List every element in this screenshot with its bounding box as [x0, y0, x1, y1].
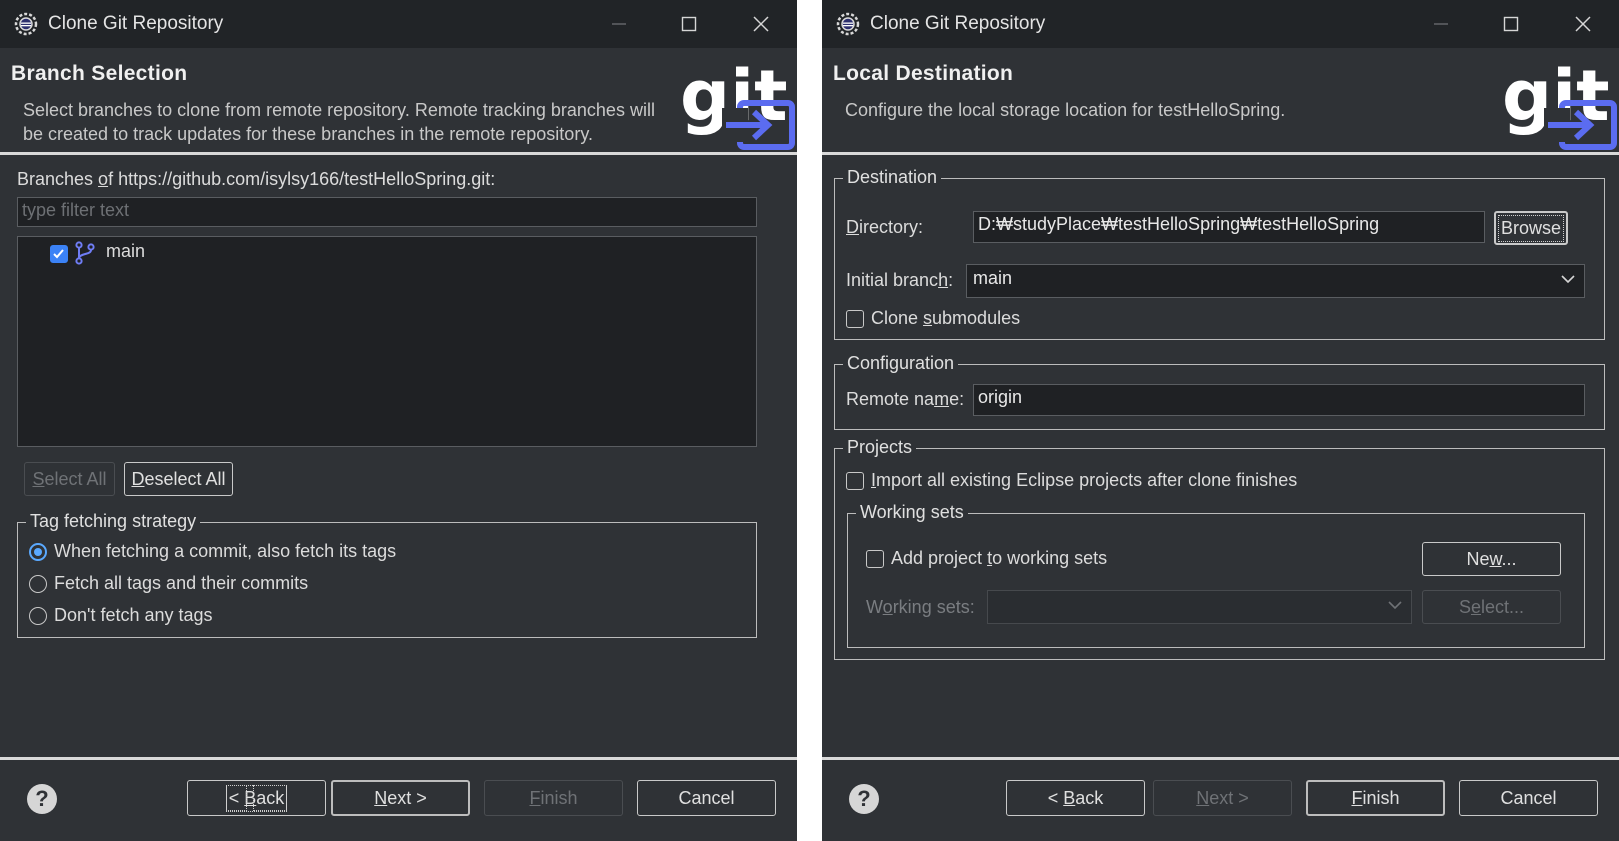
page-description: Configure the local storage location for…	[845, 100, 1286, 120]
close-button[interactable]	[732, 4, 790, 44]
footer-separator	[0, 757, 797, 760]
remote-name-input[interactable]: origin	[973, 384, 1585, 416]
add-to-working-sets-label[interactable]: Add project to working sets	[891, 548, 1107, 569]
cancel-button[interactable]: Cancel	[1459, 780, 1598, 816]
maximize-button[interactable]	[660, 4, 718, 44]
clone-wizard-local-destination: Clone Git Repository Local Destination C…	[822, 0, 1619, 841]
remote-name-label: Remote name:	[846, 389, 965, 409]
minimize-button[interactable]	[1412, 4, 1470, 44]
window-title: Clone Git Repository	[870, 13, 1046, 34]
wizard-header: Branch Selection Select branches to clon…	[0, 48, 797, 153]
wizard-header: Local Destination Configure the local st…	[822, 48, 1619, 153]
clone-submodules-checkbox[interactable]	[846, 310, 864, 328]
cancel-button[interactable]: Cancel	[637, 780, 776, 816]
footer-separator	[822, 757, 1619, 760]
new-working-set-button[interactable]: New...	[1422, 542, 1561, 576]
finish-button[interactable]: Finish	[1306, 780, 1445, 816]
maximize-button[interactable]	[1482, 4, 1540, 44]
tag-group-title: Tag fetching strategy	[26, 511, 201, 532]
radio-label-no-tags[interactable]: Don't fetch any tags	[54, 605, 213, 626]
maximize-icon	[1503, 16, 1519, 32]
working-sets-select[interactable]	[987, 590, 1412, 624]
help-icon[interactable]: ?	[27, 784, 57, 814]
directory-input[interactable]: D:₩studyPlace₩testHelloSpring₩testHelloS…	[973, 211, 1485, 243]
git-logo-icon: git	[682, 55, 795, 150]
back-button[interactable]: < Back	[1006, 780, 1145, 816]
projects-group-title: Projects	[843, 437, 917, 458]
minimize-button[interactable]	[590, 4, 648, 44]
branch-icon	[75, 241, 95, 265]
initial-branch-label: Initial branch:	[846, 270, 954, 290]
branch-name: main	[106, 241, 146, 261]
working-sets-group	[847, 513, 1585, 648]
help-icon[interactable]: ?	[849, 784, 879, 814]
select-all-button[interactable]: Select All	[24, 462, 115, 496]
page-title: Local Destination	[833, 62, 1014, 85]
branch-list[interactable]: main	[17, 236, 757, 447]
minimize-icon	[1434, 23, 1448, 25]
eclipse-app-icon	[14, 12, 38, 36]
radio-fetch-commit-tags[interactable]	[29, 543, 47, 561]
list-item[interactable]: main	[48, 241, 248, 265]
working-sets-label: Working sets:	[866, 597, 975, 617]
maximize-icon	[681, 16, 697, 32]
close-button[interactable]	[1554, 4, 1612, 44]
eclipse-app-icon	[836, 12, 860, 36]
add-to-working-sets-checkbox[interactable]	[866, 550, 884, 568]
import-projects-checkbox[interactable]	[846, 472, 864, 490]
checkmark-icon	[53, 249, 64, 259]
finish-button[interactable]: Finish	[484, 780, 623, 816]
select-working-sets-button[interactable]: Select...	[1422, 590, 1561, 624]
header-separator	[822, 152, 1619, 155]
title-bar[interactable]: Clone Git Repository	[822, 0, 1619, 48]
back-button[interactable]: < Back	[187, 780, 326, 816]
window-title: Clone Git Repository	[48, 13, 224, 34]
destination-group-title: Destination	[843, 167, 942, 188]
clone-wizard-branch-selection: Clone Git Repository Branch Selection Se…	[0, 0, 797, 841]
chevron-down-icon	[1388, 601, 1402, 610]
working-sets-group-title: Working sets	[856, 502, 968, 523]
radio-no-tags[interactable]	[29, 607, 47, 625]
radio-fetch-all-tags[interactable]	[29, 575, 47, 593]
filter-placeholder: type filter text	[22, 200, 130, 220]
close-icon	[1575, 16, 1591, 32]
branches-label: Branches of https://github.com/isylsy166…	[17, 169, 496, 189]
next-button[interactable]: Next >	[1153, 780, 1292, 816]
browse-button[interactable]: Browse	[1494, 211, 1568, 245]
page-description: Select branches to clone from remote rep…	[23, 100, 655, 144]
close-icon	[753, 16, 769, 32]
next-button[interactable]: Next >	[331, 780, 470, 816]
deselect-all-button[interactable]: Deselect All	[124, 462, 233, 496]
branch-filter-input[interactable]: type filter text	[17, 197, 757, 227]
page-title: Branch Selection	[11, 62, 188, 85]
radio-label-fetch-commit-tags[interactable]: When fetching a commit, also fetch its t…	[54, 541, 396, 562]
chevron-down-icon	[1561, 275, 1575, 284]
title-bar[interactable]: Clone Git Repository	[0, 0, 797, 48]
minimize-icon	[612, 23, 626, 25]
git-logo-icon: git	[1504, 55, 1617, 150]
branch-checkbox[interactable]	[50, 245, 68, 263]
directory-label: Directory:	[846, 217, 924, 237]
header-separator	[0, 152, 797, 155]
initial-branch-select[interactable]: main	[966, 264, 1585, 298]
configuration-group-title: Configuration	[843, 353, 959, 374]
import-projects-label[interactable]: Import all existing Eclipse projects aft…	[871, 470, 1297, 491]
radio-label-fetch-all-tags[interactable]: Fetch all tags and their commits	[54, 573, 308, 594]
clone-submodules-label[interactable]: Clone submodules	[871, 308, 1020, 329]
